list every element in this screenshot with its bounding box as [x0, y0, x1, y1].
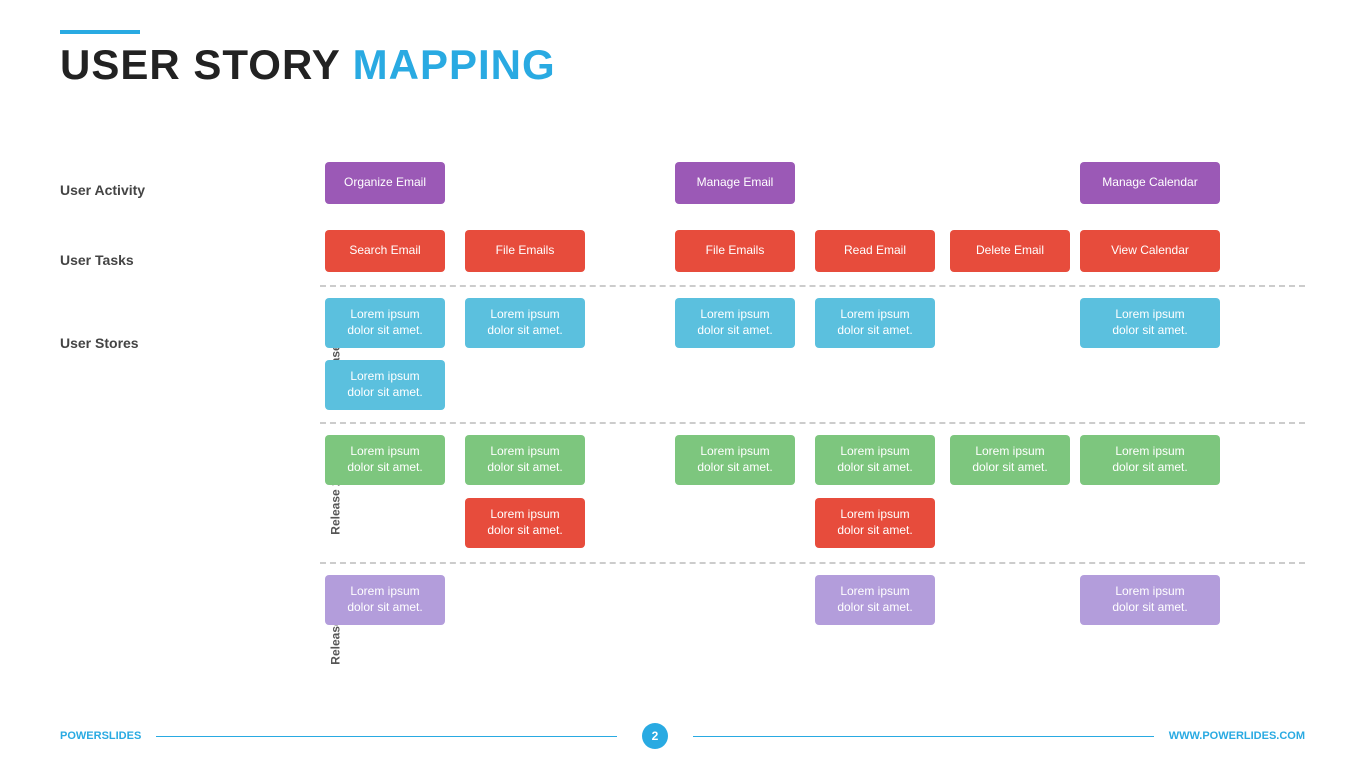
- r1-blue-4: Lorem ipsumdolor sit amet.: [815, 298, 935, 348]
- page-title: USER STORY MAPPING: [60, 44, 556, 86]
- header-accent-line: [60, 30, 140, 34]
- task-card-file-emails-2: File Emails: [675, 230, 795, 272]
- footer-brand-blue: SLIDES: [102, 730, 142, 742]
- footer: POWERSLIDES 2 WWW.POWERLIDES.COM: [60, 723, 1305, 749]
- r2-green-6: Lorem ipsumdolor sit amet.: [1080, 435, 1220, 485]
- footer-website: WWW.POWERLIDES.COM: [1169, 730, 1305, 742]
- r2-green-1: Lorem ipsumdolor sit amet.: [325, 435, 445, 485]
- label-user-tasks: User Tasks: [60, 252, 134, 268]
- r2-green-3: Lorem ipsumdolor sit amet.: [675, 435, 795, 485]
- r2-green-4: Lorem ipsumdolor sit amet.: [815, 435, 935, 485]
- r1-blue-1: Lorem ipsumdolor sit amet.: [325, 298, 445, 348]
- activity-card-organize-email: Organize Email: [325, 162, 445, 204]
- r1-blue-3: Lorem ipsumdolor sit amet.: [675, 298, 795, 348]
- r1-blue-5: Lorem ipsumdolor sit amet.: [1080, 298, 1220, 348]
- task-card-file-emails-1: File Emails: [465, 230, 585, 272]
- task-card-read-email: Read Email: [815, 230, 935, 272]
- separator-tasks: [320, 285, 1305, 287]
- r2-green-2: Lorem ipsumdolor sit amet.: [465, 435, 585, 485]
- page: USER STORY MAPPING User Activity User Ta…: [0, 0, 1365, 767]
- footer-brand-bold: POWER: [60, 730, 102, 742]
- footer-brand: POWERSLIDES: [60, 730, 141, 742]
- r1-blue-extra: Lorem ipsumdolor sit amet.: [325, 360, 445, 410]
- r3-lav-2: Lorem ipsumdolor sit amet.: [815, 575, 935, 625]
- activity-card-manage-email: Manage Email: [675, 162, 795, 204]
- diagram-area: User Activity User Tasks User Stores Org…: [60, 140, 1305, 707]
- title-part2: MAPPING: [353, 41, 556, 88]
- r1-blue-2: Lorem ipsumdolor sit amet.: [465, 298, 585, 348]
- task-card-view-calendar: View Calendar: [1080, 230, 1220, 272]
- release-2-label: Release 2: [329, 479, 343, 534]
- activity-card-manage-calendar: Manage Calendar: [1080, 162, 1220, 204]
- r3-lav-3: Lorem ipsumdolor sit amet.: [1080, 575, 1220, 625]
- separator-r2: [320, 562, 1305, 564]
- footer-line-right: [693, 736, 1154, 737]
- footer-page-number: 2: [642, 723, 668, 749]
- title-part1: USER STORY: [60, 41, 353, 88]
- separator-r1: [320, 422, 1305, 424]
- r2-green-5: Lorem ipsumdolor sit amet.: [950, 435, 1070, 485]
- task-card-delete-email: Delete Email: [950, 230, 1070, 272]
- footer-line-left: [156, 736, 617, 737]
- r2-red-1: Lorem ipsumdolor sit amet.: [465, 498, 585, 548]
- r2-red-2: Lorem ipsumdolor sit amet.: [815, 498, 935, 548]
- task-card-search-email: Search Email: [325, 230, 445, 272]
- label-user-activity: User Activity: [60, 182, 145, 198]
- label-user-stores: User Stores: [60, 335, 139, 351]
- header: USER STORY MAPPING: [60, 30, 556, 86]
- r3-lav-1: Lorem ipsumdolor sit amet.: [325, 575, 445, 625]
